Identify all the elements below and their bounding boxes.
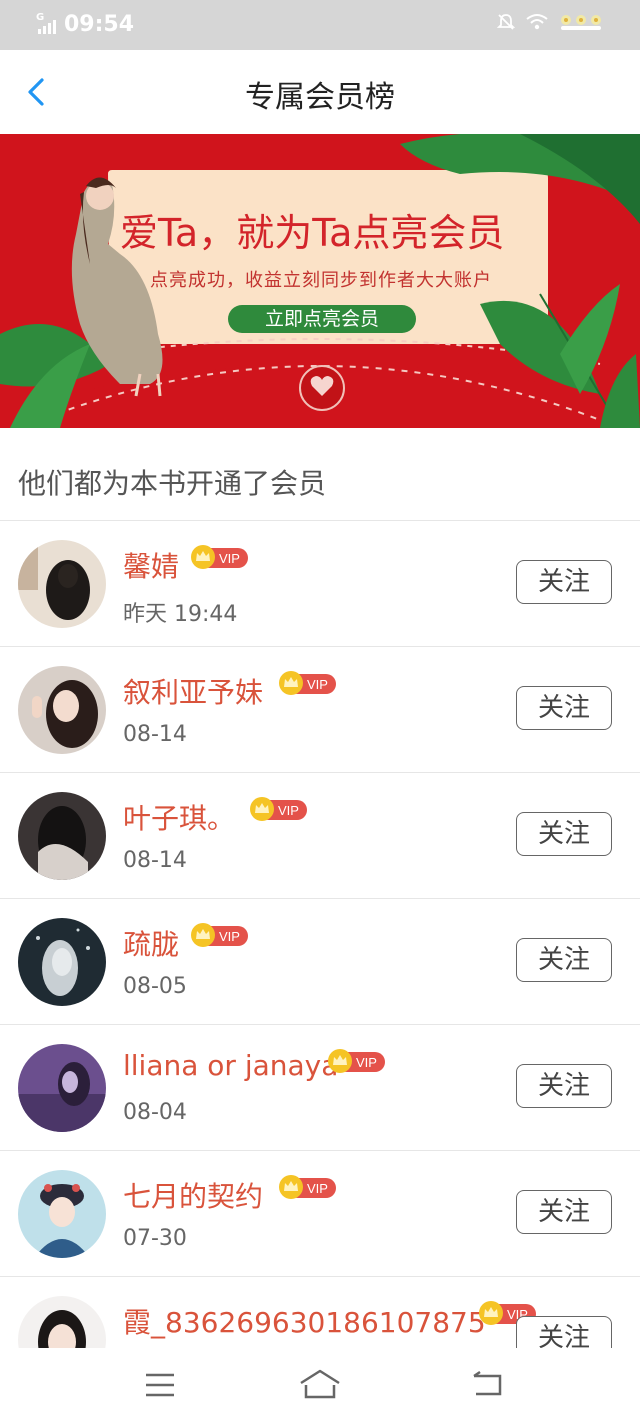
member-name[interactable]: 七月的契约 [123,1175,263,1215]
avatar[interactable] [18,918,106,1006]
vip-crown-badge-icon: VIP [279,671,336,695]
member-name[interactable]: 叙利亚予妹 [123,671,263,711]
avatar[interactable] [18,792,106,880]
mute-bell-icon [496,14,516,30]
banner-headline: 爱Ta，就为Ta点亮会员 [120,211,505,255]
vip-label: VIP [307,1181,328,1196]
vip-crown-badge-icon: VIP [250,797,307,821]
wifi-icon [526,14,548,30]
menu-icon[interactable] [144,1372,176,1398]
home-icon[interactable] [298,1368,342,1400]
vip-label: VIP [278,803,299,818]
avatar-image-icon [18,540,106,628]
follow-button[interactable]: 关注 [516,1190,612,1234]
follow-button[interactable]: 关注 [516,1064,612,1108]
member-name[interactable]: lliana or janaya [123,1049,338,1082]
signal-icon: G [36,12,56,34]
system-nav-bar [0,1348,640,1422]
header-bar: 专属会员榜 [0,50,640,134]
follow-button[interactable]: 关注 [516,560,612,604]
member-name[interactable]: 叶子琪。 [123,797,235,837]
avatar-image-icon [18,1170,106,1258]
vip-label: VIP [219,551,240,566]
member-list[interactable]: 馨婧 VIP 昨天 19:44 关注 叙利亚予妹 VIP 08-14 关注 叶子… [0,520,640,1348]
member-time: 08-14 [123,848,187,873]
vip-crown-badge-icon: VIP [279,1175,336,1199]
member-row[interactable]: 疏胧 VIP 08-05 关注 [0,898,640,1025]
section-title: 他们都为本书开通了会员 [18,467,327,500]
member-name[interactable]: 霞_836269630186107875 [123,1301,486,1341]
banner-cta-label: 立即点亮会员 [264,308,379,330]
member-row[interactable]: 霞_836269630186107875 VIP 关注 [0,1276,640,1348]
member-time: 08-05 [123,974,187,999]
follow-button[interactable]: 关注 [516,938,612,982]
member-row[interactable]: 七月的契约 VIP 07-30 关注 [0,1150,640,1277]
banner-subline: 点亮成功，收益立刻同步到作者大大账户 [150,270,492,291]
network-type: G [36,11,45,23]
avatar[interactable] [18,1170,106,1258]
vip-label: VIP [219,929,240,944]
vip-crown-badge-icon: VIP [328,1049,385,1073]
status-bar: G 09:54 [0,0,640,50]
avatar[interactable] [18,1296,106,1348]
member-time: 08-14 [123,722,187,747]
page-title: 专属会员榜 [245,80,395,115]
follow-button[interactable]: 关注 [516,1316,612,1348]
member-row[interactable]: 叙利亚予妹 VIP 08-14 关注 [0,646,640,773]
member-name[interactable]: 馨婧 [123,545,179,585]
follow-button[interactable]: 关注 [516,686,612,730]
flower-status-icon [561,15,601,30]
promo-banner[interactable]: 爱Ta，就为Ta点亮会员 点亮成功，收益立刻同步到作者大大账户 立即点亮会员 [0,132,640,429]
member-time: 07-30 [123,1226,187,1251]
banner-cta-button[interactable]: 立即点亮会员 [228,305,416,333]
avatar-image-icon [18,1296,106,1348]
member-row[interactable]: 叶子琪。 VIP 08-14 关注 [0,772,640,899]
member-row[interactable]: lliana or janaya VIP 08-04 关注 [0,1024,640,1151]
vip-crown-badge-icon: VIP [191,923,248,947]
back-nav-icon[interactable] [470,1370,504,1398]
avatar-image-icon [18,666,106,754]
avatar-image-icon [18,1044,106,1132]
follow-button[interactable]: 关注 [516,812,612,856]
member-name[interactable]: 疏胧 [123,923,179,963]
vip-label: VIP [356,1055,377,1070]
avatar-image-icon [18,918,106,1006]
vip-crown-badge-icon: VIP [191,545,248,569]
member-time: 08-04 [123,1100,187,1125]
vip-label: VIP [307,677,328,692]
avatar-image-icon [18,792,106,880]
avatar[interactable] [18,666,106,754]
member-row[interactable]: 馨婧 VIP 昨天 19:44 关注 [0,520,640,647]
member-time: 昨天 19:44 [123,602,238,627]
status-time: 09:54 [64,12,135,37]
avatar[interactable] [18,1044,106,1132]
avatar[interactable] [18,540,106,628]
